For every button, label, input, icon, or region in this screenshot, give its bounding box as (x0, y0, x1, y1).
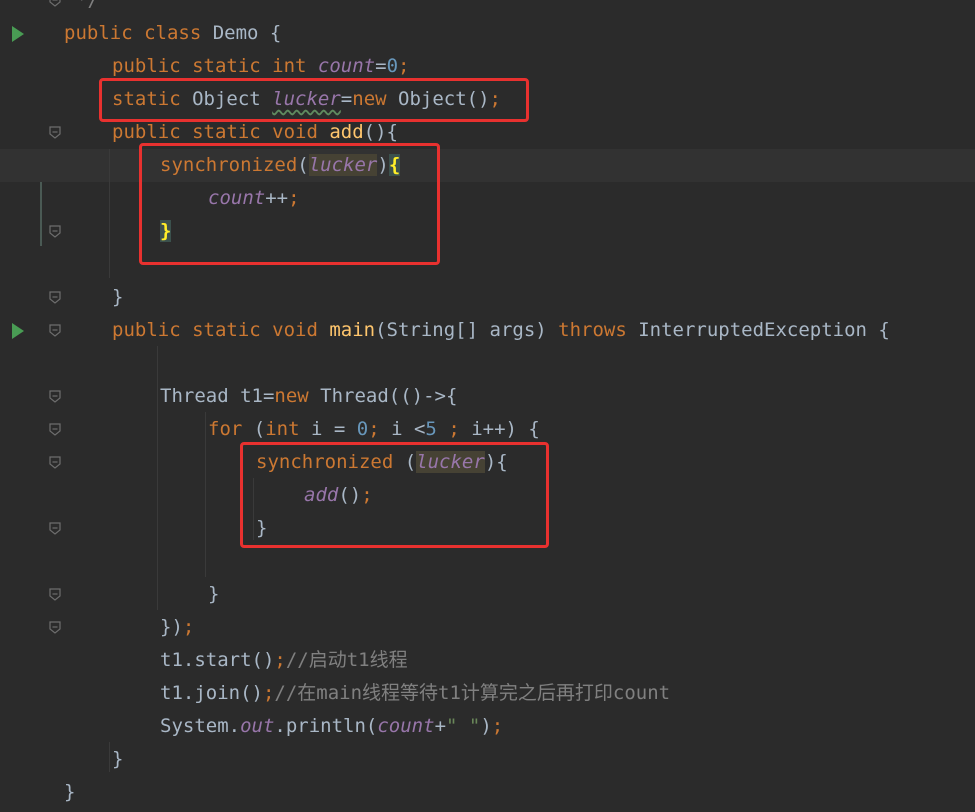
indent-guide (157, 346, 158, 610)
code-token: 5 (425, 418, 449, 440)
code-token: " " (446, 715, 481, 737)
code-line-18[interactable] (0, 545, 975, 578)
code-token: int (265, 418, 311, 440)
code-token: ; (398, 55, 410, 77)
code-token: i < (391, 418, 426, 440)
code-token: ; (491, 715, 504, 737)
code-token: (String[] args) (375, 319, 559, 341)
code-token: } (112, 286, 124, 308)
code-token: i++) { (471, 418, 540, 440)
code-token: }) (160, 616, 183, 638)
code-token: ; (274, 649, 286, 671)
code-token: for (208, 418, 254, 440)
code-line-25[interactable]: } (0, 776, 975, 809)
code-token: System. (160, 715, 241, 737)
code-line-20[interactable]: }); (0, 611, 975, 644)
code-line-22[interactable]: t1.join();//在main线程等待t1计算完之后再打印count (0, 677, 975, 710)
indent-guide (205, 412, 206, 577)
code-token: i = (310, 418, 357, 440)
code-token: main (329, 319, 376, 341)
code-token: add (329, 121, 364, 143)
code-token: InterruptedException { (638, 319, 890, 341)
code-token: public static int (112, 55, 318, 77)
code-token: ; (368, 418, 392, 440)
code-token: t1.start() (160, 649, 275, 671)
code-token: public static void (112, 121, 330, 143)
code-token: Thread(()->{ (320, 385, 458, 407)
code-line-23[interactable]: System.out.println(count+" "); (0, 710, 975, 743)
code-token: ) (480, 715, 492, 737)
code-line-19[interactable]: } (0, 578, 975, 611)
code-token: = (375, 55, 387, 77)
code-token: } (112, 748, 124, 770)
code-token: ; (182, 616, 195, 638)
code-token: ( (253, 418, 266, 440)
code-token: public class (64, 22, 213, 44)
code-token: Thread t1= (160, 385, 275, 407)
code-area[interactable]: */ public class Demo { public static int c… (0, 0, 975, 812)
code-token: ; (262, 682, 275, 704)
code-line-10[interactable]: } (0, 281, 975, 314)
code-token: new (274, 385, 321, 407)
code-token: out (240, 715, 275, 737)
indent-guide (109, 149, 110, 278)
annotation-highlight-box (240, 442, 549, 548)
code-token: } (208, 583, 220, 605)
code-token: count (377, 715, 435, 737)
code-line-2[interactable]: public class Demo { (0, 17, 975, 50)
code-token: .println( (274, 715, 378, 737)
code-line-21[interactable]: t1.start();//启动t1线程 (0, 644, 975, 677)
code-token: t1.join() (160, 682, 263, 704)
code-token: public static void (112, 319, 330, 341)
code-token: count (317, 55, 376, 77)
code-line-24[interactable]: } (0, 743, 975, 776)
code-editor[interactable]: */ public class Demo { public static int c… (0, 0, 975, 812)
code-token: //启动t1线程 (285, 649, 408, 671)
code-token: (){ (363, 121, 398, 143)
indent-guide (109, 742, 110, 772)
code-line-1[interactable]: */ (0, 0, 975, 17)
code-token: throws (558, 319, 639, 341)
annotation-highlight-box (99, 78, 529, 122)
code-token: Demo { (212, 22, 282, 44)
annotation-highlight-box (139, 143, 440, 265)
code-token: */ (76, 0, 99, 11)
code-token: + (434, 715, 447, 737)
code-line-12[interactable] (0, 347, 975, 380)
code-token: 0 (356, 418, 369, 440)
code-token: //在main线程等待t1计算完之后再打印count (274, 682, 671, 704)
code-token: } (64, 781, 76, 803)
code-line-11[interactable]: public static void main(String[] args) t… (0, 314, 975, 347)
code-token: 0 (386, 55, 399, 77)
code-line-13[interactable]: Thread t1=new Thread(()->{ (0, 380, 975, 413)
code-token: ; (448, 418, 472, 440)
